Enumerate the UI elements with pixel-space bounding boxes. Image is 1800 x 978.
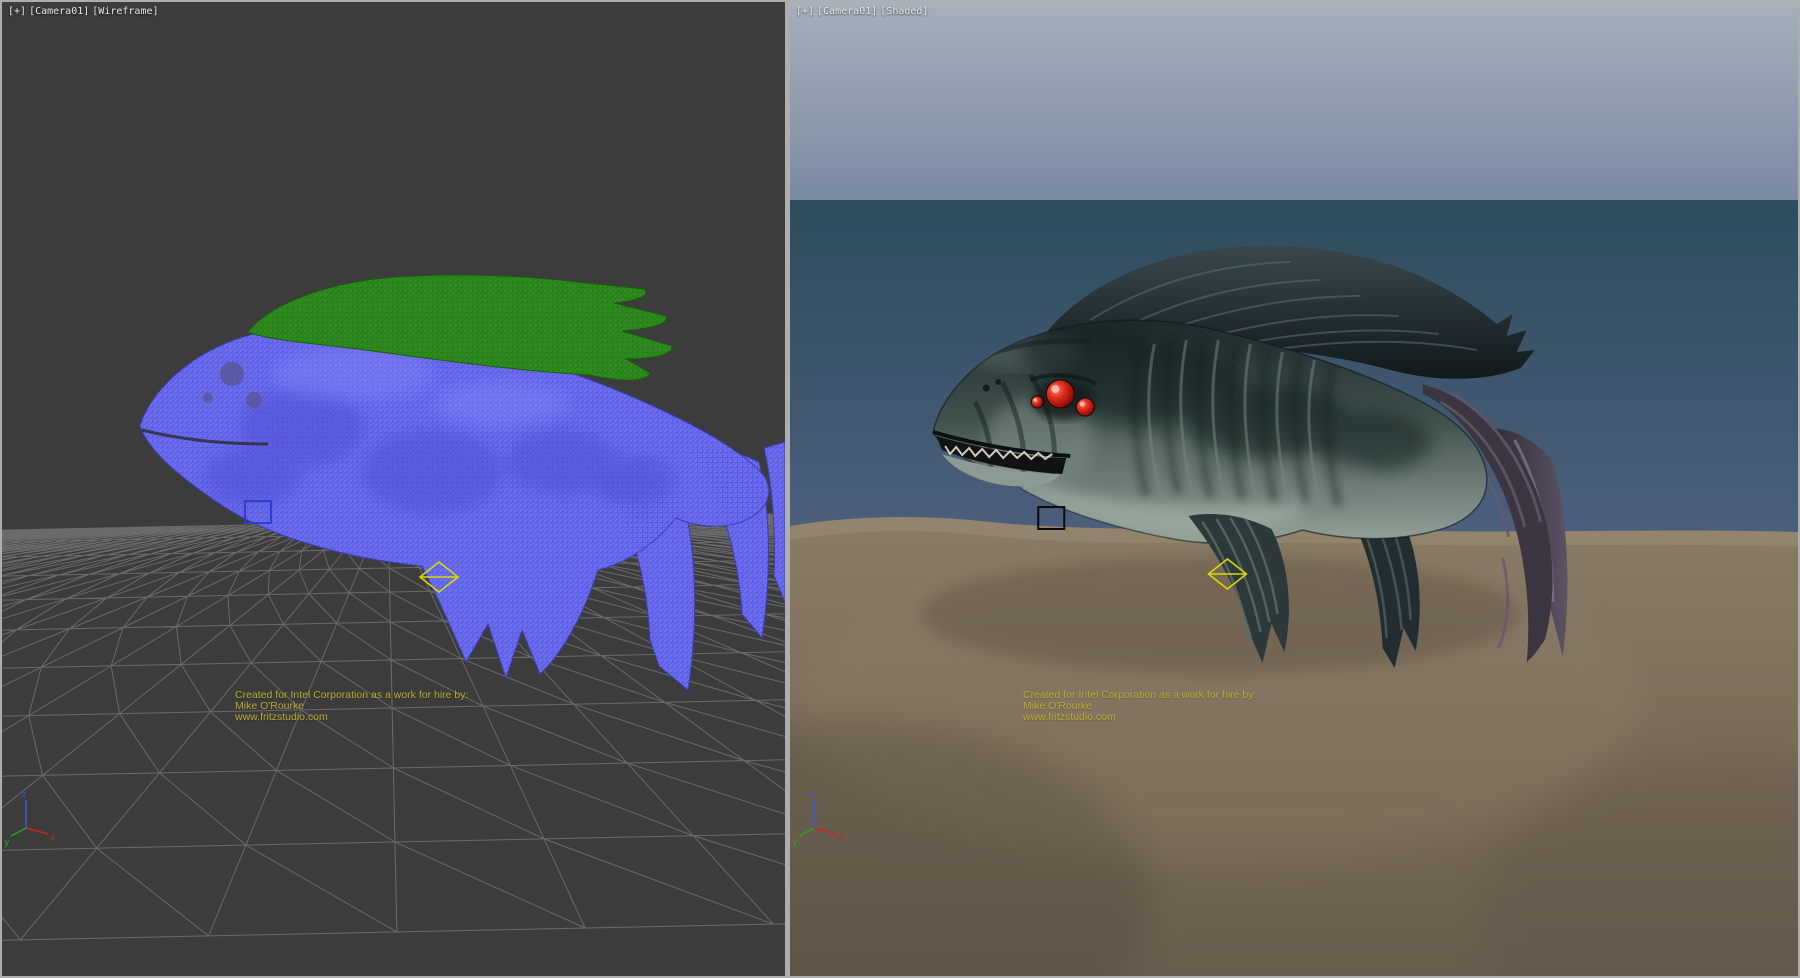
- wireframe-scene-canvas[interactable]: z x y: [2, 2, 785, 976]
- axis-y-label: y: [792, 838, 798, 848]
- credit-line-3: www.fritzstudio.com: [1023, 712, 1256, 723]
- axis-y-label: y: [4, 838, 10, 848]
- sky-background: [790, 2, 1798, 200]
- viewport-camera01-wireframe[interactable]: z x y [+] [Camera01] [Wireframe] Created…: [2, 2, 785, 976]
- viewport-general-menu[interactable]: [+]: [8, 6, 26, 17]
- axis-z-label: z: [21, 790, 26, 800]
- viewport-camera01-shaded[interactable]: z x y [+] [Camera01] [Shaded] Created fo…: [790, 2, 1798, 976]
- viewport-shading-menu[interactable]: [Wireframe]: [92, 6, 158, 17]
- credit-line-3: www.fritzstudio.com: [235, 712, 468, 723]
- viewport-general-menu[interactable]: [+]: [796, 6, 814, 17]
- viewport-label: [+] [Camera01] [Shaded]: [796, 6, 928, 17]
- scene-credit-text: Created for Intel Corporation as a work …: [235, 690, 468, 723]
- scene-credit-text: Created for Intel Corporation as a work …: [1023, 690, 1256, 723]
- max-viewport-layout: z x y [+] [Camera01] [Wireframe] Created…: [0, 0, 1800, 978]
- viewport-pov-menu[interactable]: [Camera01]: [817, 6, 877, 17]
- viewport-pov-menu[interactable]: [Camera01]: [29, 6, 89, 17]
- axis-z-label: z: [809, 790, 814, 800]
- shaded-scene-canvas[interactable]: z x y: [790, 2, 1798, 976]
- sand-ground: [790, 517, 1798, 976]
- axis-x-label: x: [50, 833, 56, 843]
- viewport-shading-menu[interactable]: [Shaded]: [880, 6, 928, 17]
- viewport-label: [+] [Camera01] [Wireframe]: [8, 6, 159, 17]
- axis-x-label: x: [838, 833, 844, 843]
